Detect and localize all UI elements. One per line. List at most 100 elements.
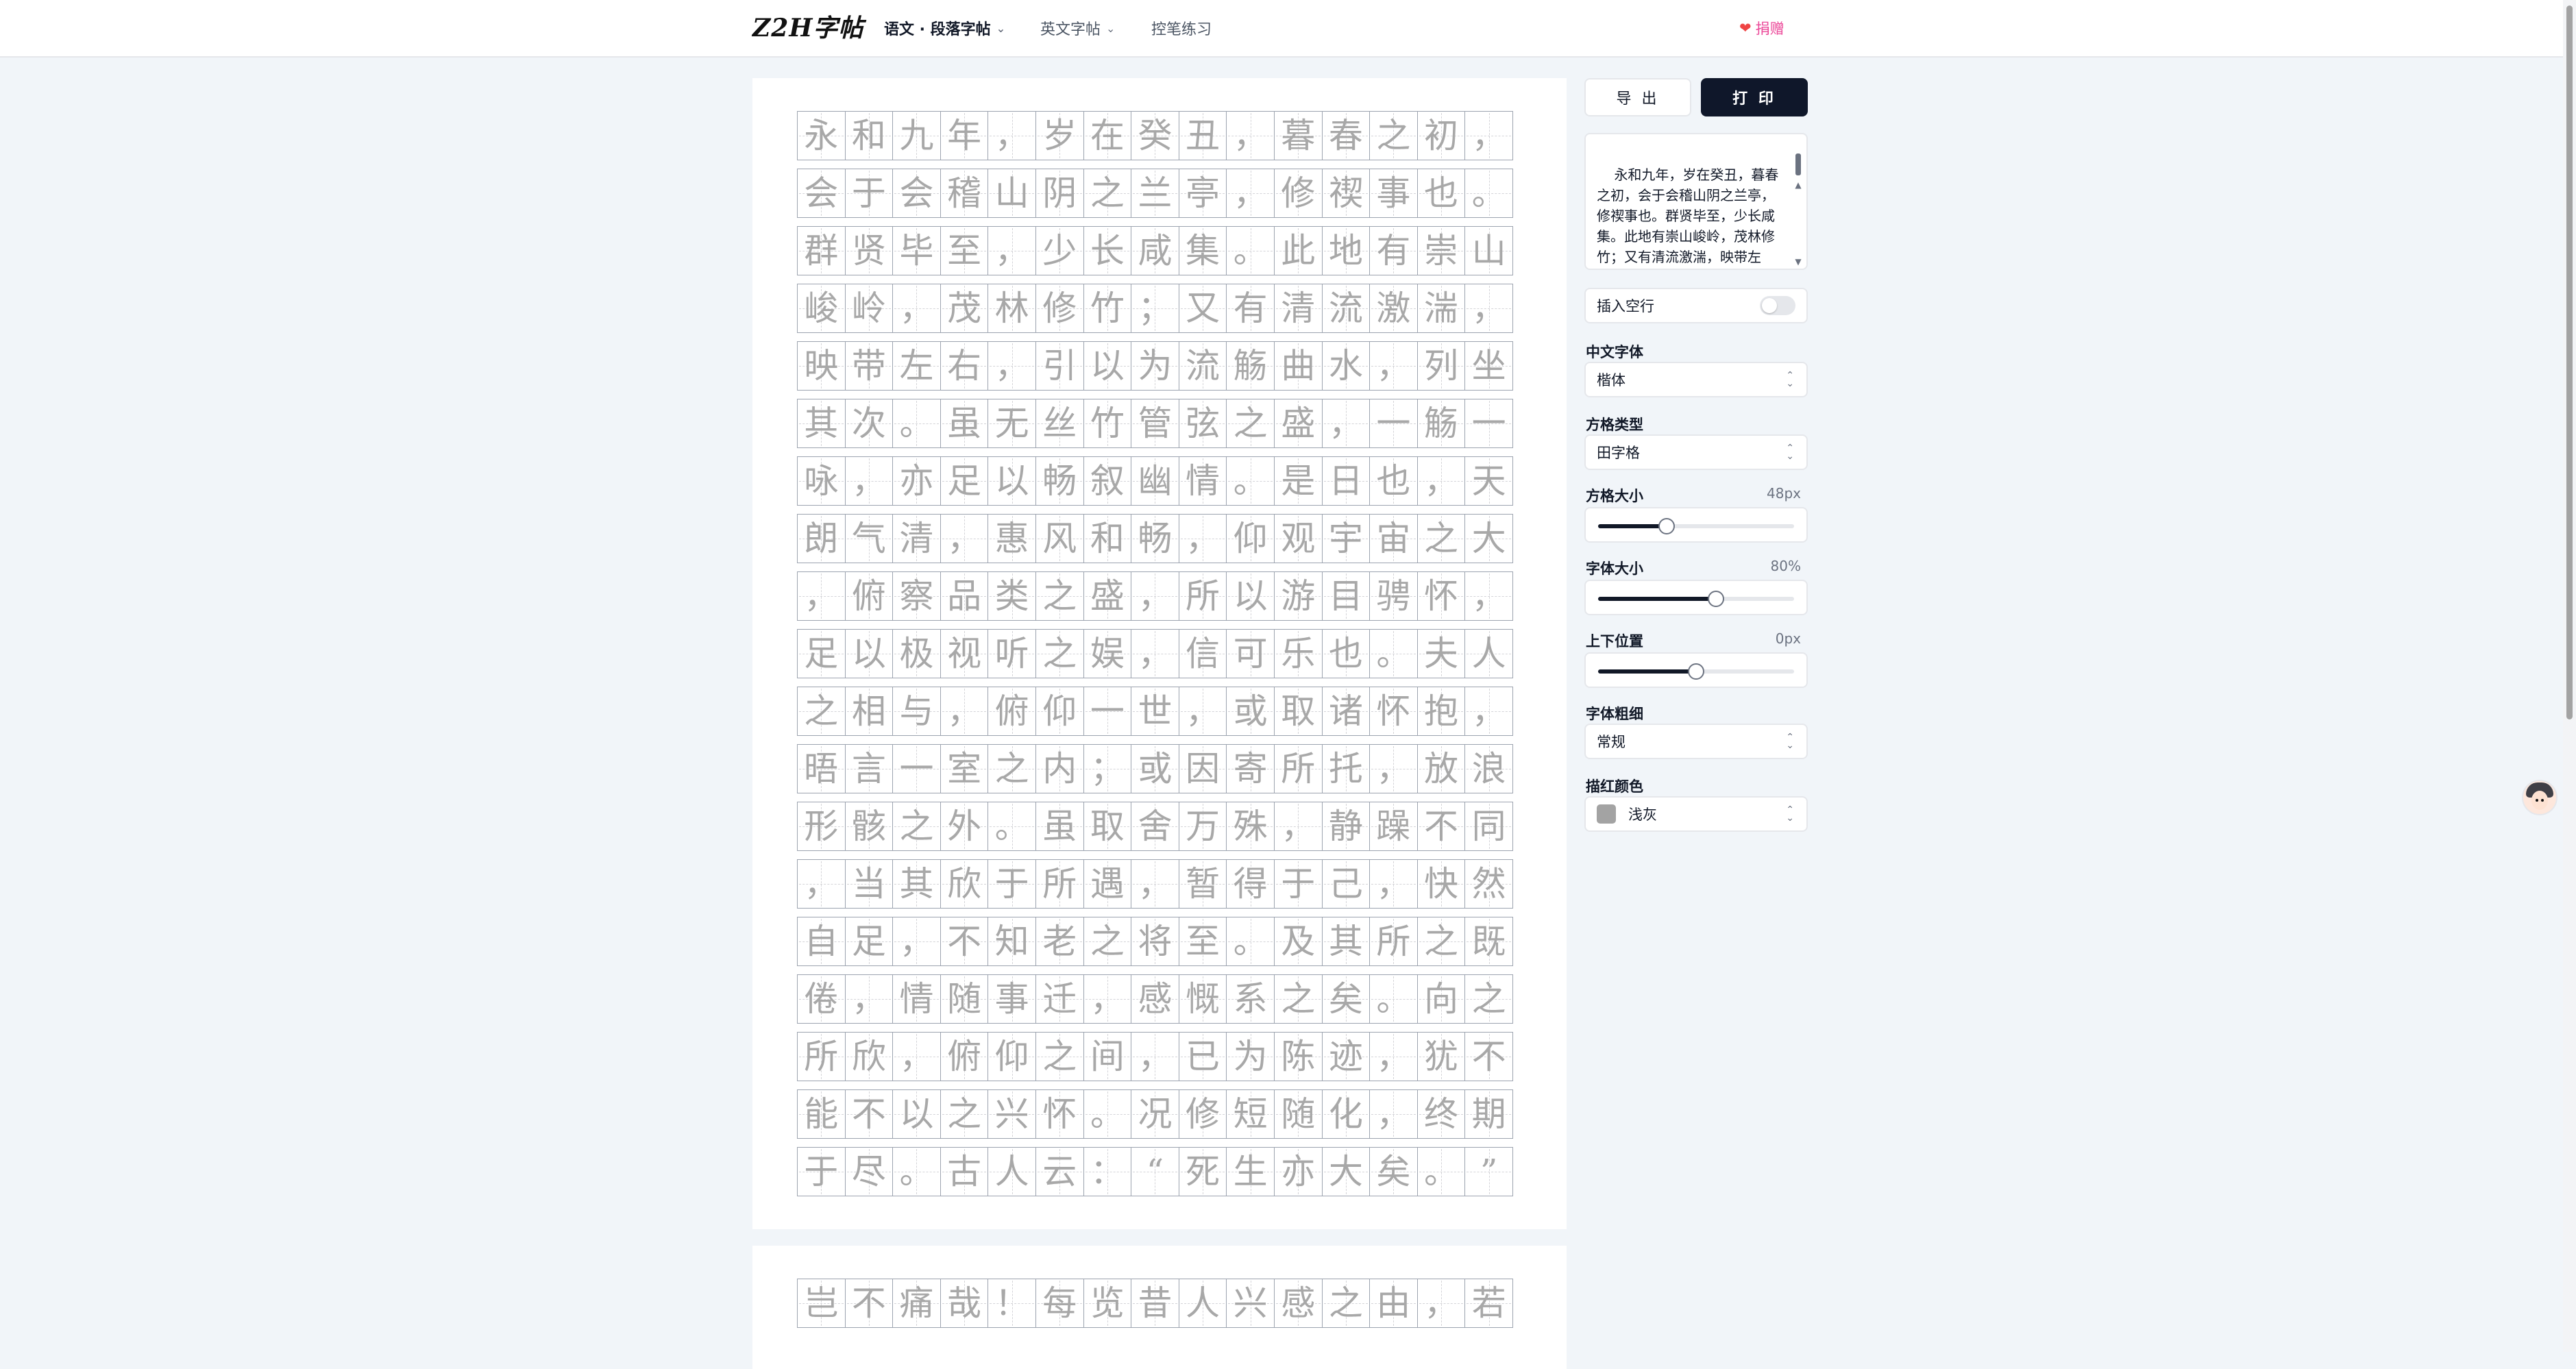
cell-character: 感 — [1138, 979, 1173, 1019]
cell-character: 览 — [1090, 1283, 1125, 1323]
grid-cell: 殊 — [1226, 802, 1275, 851]
grid-cell: 自 — [797, 917, 846, 966]
grid-cell: 虽 — [1035, 802, 1084, 851]
cell-character: 若 — [1471, 1283, 1506, 1323]
cell-character: 游 — [1281, 576, 1316, 616]
print-button[interactable]: 打 印 — [1701, 78, 1808, 116]
grid-cell: ， — [1273, 802, 1323, 851]
grid-cell: 一 — [892, 744, 941, 793]
cell-character: 人 — [1186, 1283, 1220, 1323]
cell-character: 晤 — [804, 749, 839, 789]
page-scrollbar-thumb[interactable] — [2566, 5, 2573, 719]
trace-color-select[interactable]: 浅灰 ⌃ ⌄ — [1584, 796, 1808, 832]
insert-blank-line-toggle[interactable] — [1760, 296, 1795, 315]
grid-cell: 为 — [1226, 1032, 1275, 1081]
cell-character: 春 — [1328, 116, 1363, 156]
grid-cell: 以 — [988, 456, 1036, 506]
cell-character: 或 — [1138, 749, 1173, 789]
select-arrows-icon: ⌃ ⌄ — [1786, 443, 1794, 462]
grid-cell: ： — [1083, 1147, 1132, 1196]
site-logo[interactable]: Z2H字帖 — [752, 12, 863, 44]
slider-handle[interactable] — [1658, 518, 1676, 534]
cell-character: 人 — [1471, 634, 1506, 674]
grid-cell: 古 — [940, 1147, 989, 1196]
cell-character: 无 — [994, 404, 1029, 443]
donate-button[interactable]: ❤ 捐赠 — [1739, 0, 1784, 56]
grid-cell: 九 — [892, 111, 941, 160]
cell-character: 。 — [1376, 634, 1411, 674]
grid-cell: 由 — [1369, 1279, 1418, 1328]
nav-chinese-paragraph[interactable]: 语文 · 段落字帖 ⌄ — [884, 0, 1005, 56]
grid-cell: 竹 — [1083, 399, 1132, 448]
grid-cell: 所 — [1178, 571, 1227, 621]
slider-handle[interactable] — [1707, 591, 1724, 607]
grid-cell: 俯 — [988, 687, 1036, 736]
grid-cell: 于 — [988, 859, 1036, 909]
cell-character: ， — [1138, 1037, 1173, 1076]
cell-character: 痛 — [899, 1283, 934, 1323]
grid-cell: 类 — [988, 571, 1036, 621]
cell-character: 迁 — [1042, 979, 1077, 1019]
grid-cell: 。 — [892, 1147, 941, 1196]
grid-cell: 之 — [940, 1089, 989, 1139]
cell-character: 。 — [1233, 231, 1268, 271]
grid-cell: 宇 — [1321, 514, 1371, 563]
cell-character: ， — [1376, 864, 1411, 904]
cell-character: 永 — [804, 116, 839, 156]
cell-character: 宇 — [1328, 519, 1363, 558]
select-arrows-icon: ⌃ ⌄ — [1786, 370, 1794, 389]
slider-handle[interactable] — [1688, 663, 1704, 680]
trace-color-value: 浅灰 — [1628, 806, 1657, 823]
vertical-offset-slider[interactable] — [1584, 652, 1808, 688]
grid-cell: 目 — [1321, 571, 1371, 621]
nav-english-copybook[interactable]: 英文字帖 ⌄ — [1040, 0, 1115, 56]
cell-character: 禊 — [1328, 173, 1363, 213]
nav-pen-control[interactable]: 控笔练习 — [1151, 0, 1212, 56]
grid-cell: 倦 — [797, 974, 846, 1024]
grid-cell: 足 — [940, 456, 989, 506]
grid-cell: ， — [1369, 341, 1418, 391]
assistant-avatar[interactable] — [2522, 780, 2557, 815]
heart-icon: ❤ — [1739, 20, 1752, 36]
grid-cell: 若 — [1464, 1279, 1513, 1328]
grid-type-select[interactable]: 田字格 ⌃ ⌄ — [1584, 434, 1808, 470]
grid-cell: 贤 — [844, 226, 894, 275]
scroll-up-icon[interactable]: ▲ — [1794, 181, 1802, 189]
font-weight-select[interactable]: 常规 ⌃ ⌄ — [1584, 724, 1808, 759]
grid-cell: 清 — [1273, 284, 1323, 333]
grid-cell: 形 — [797, 802, 846, 851]
grid-cell: 弦 — [1178, 399, 1227, 448]
cell-character: 听 — [994, 634, 1029, 674]
chinese-font-select[interactable]: 楷体 ⌃ ⌄ — [1584, 362, 1808, 397]
grid-cell: 春 — [1321, 111, 1371, 160]
grid-cell: 仰 — [988, 1032, 1036, 1081]
grid-cell: 。 — [1464, 169, 1513, 218]
textarea-scrollbar[interactable]: ▲ ▼ — [1794, 140, 1802, 266]
grid-cell: 水 — [1321, 341, 1371, 391]
grid-cell: 其 — [797, 399, 846, 448]
grid-cell: 慨 — [1178, 974, 1227, 1024]
scroll-thumb[interactable] — [1795, 153, 1801, 175]
cell-character: 每 — [1042, 1283, 1077, 1323]
grid-cell: 迹 — [1321, 1032, 1371, 1081]
grid-cell: 感 — [1273, 1279, 1323, 1328]
grid-cell: 情 — [892, 974, 941, 1024]
cell-character: 之 — [1281, 979, 1316, 1019]
export-button[interactable]: 导 出 — [1584, 78, 1691, 116]
scroll-down-icon[interactable]: ▼ — [1794, 258, 1802, 266]
grid-cell: 畅 — [1035, 456, 1084, 506]
grid-cell: 览 — [1083, 1279, 1132, 1328]
cell-character: 于 — [994, 864, 1029, 904]
cell-character: 情 — [899, 979, 934, 1019]
page-scrollbar[interactable] — [2563, 0, 2576, 1352]
grid-cell: ， — [892, 1032, 941, 1081]
grid-row: 群贤毕至 ， 少长咸集。此地有崇山 — [797, 226, 1523, 275]
cell-character: 修 — [1186, 1094, 1220, 1134]
cell-character: 足 — [804, 634, 839, 674]
cell-character: 群 — [804, 231, 839, 271]
grid-cell: 人 — [988, 1147, 1036, 1196]
grid-size-slider[interactable] — [1584, 507, 1808, 543]
text-input-area[interactable]: 永和九年，岁在癸丑，暮春之初，会于会稽山阴之兰亭，修禊事也。群贤毕至，少长咸集。… — [1584, 133, 1808, 270]
grid-cell: 。 — [1226, 917, 1275, 966]
font-size-slider[interactable] — [1584, 580, 1808, 615]
